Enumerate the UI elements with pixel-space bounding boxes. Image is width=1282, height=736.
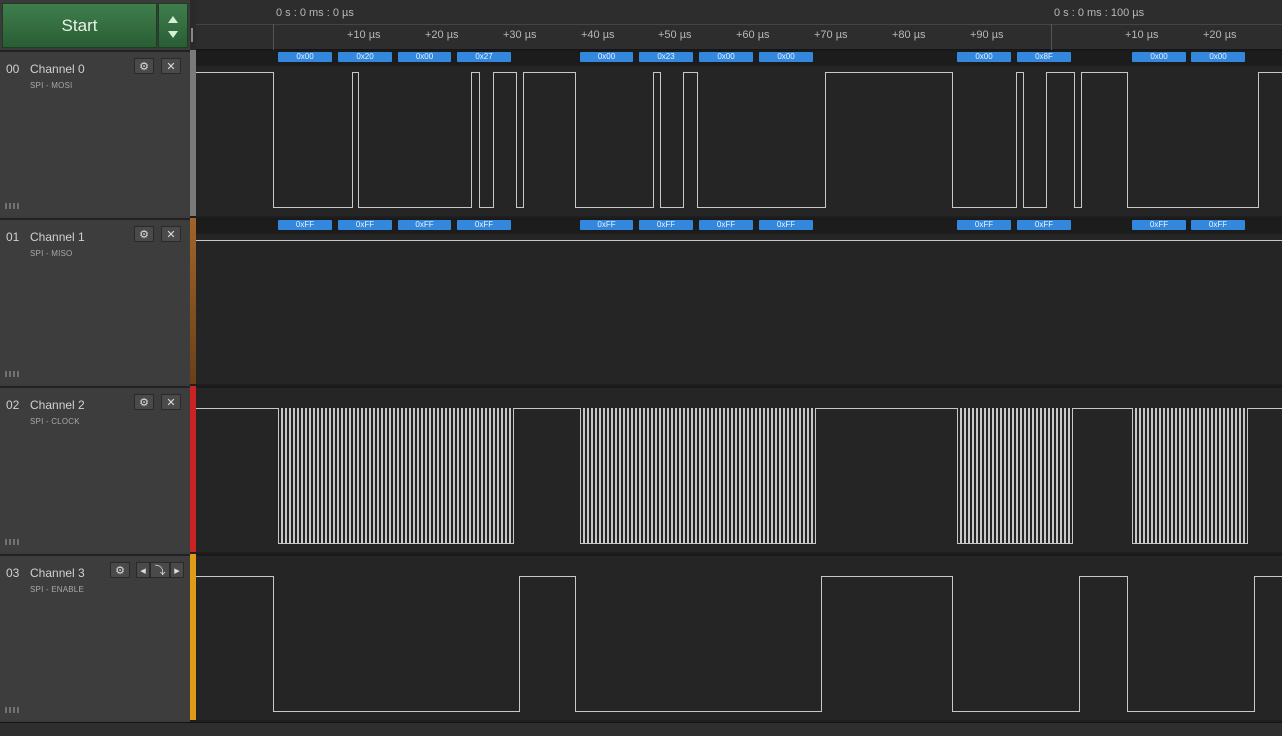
channel-analyzer-label: SPI - MOSI xyxy=(30,81,73,90)
bottom-scrollbar[interactable] xyxy=(0,722,1282,736)
channel-close-button[interactable]: ✕ xyxy=(161,226,181,242)
channel-name[interactable]: Channel 1 xyxy=(30,230,85,244)
waveform-mosi xyxy=(196,72,1282,208)
channel-close-button[interactable]: ✕ xyxy=(161,58,181,74)
close-icon: ✕ xyxy=(166,60,176,73)
channel-name[interactable]: Channel 2 xyxy=(30,398,85,412)
gear-icon: ⚙ xyxy=(139,228,149,241)
resize-grip-icon[interactable] xyxy=(5,203,21,209)
trigger-edge-button[interactable]: ⤵ xyxy=(150,562,170,578)
channel-row-0: 00 Channel 0 SPI - MOSI ⚙ ✕ xyxy=(0,50,190,216)
start-options-button[interactable] xyxy=(158,3,188,48)
channel-row-2: 02 Channel 2 SPI - CLOCK ⚙ ✕ xyxy=(0,386,190,552)
waveforms xyxy=(196,72,1282,712)
logic-analyzer-window: Start 00 Channel 0 SPI - MOSI ⚙ ✕ 01 Cha… xyxy=(0,0,1282,736)
trigger-next-button[interactable]: ▸ xyxy=(170,562,184,578)
channel-close-button[interactable]: ✕ xyxy=(161,394,181,410)
close-icon: ✕ xyxy=(166,228,176,241)
channel-index: 02 xyxy=(6,398,20,412)
ruler-handle-icon[interactable] xyxy=(191,28,193,42)
channel-index: 03 xyxy=(6,566,20,580)
waveform-clock xyxy=(196,408,1282,544)
arrow-up-icon xyxy=(168,16,178,23)
channel-index: 00 xyxy=(6,62,20,76)
channel-settings-button[interactable]: ⚙ xyxy=(134,226,154,242)
gear-icon: ⚙ xyxy=(139,60,149,73)
waveform-enable xyxy=(196,576,1282,712)
arrow-down-icon xyxy=(168,31,178,38)
channel-name[interactable]: Channel 3 xyxy=(30,566,85,580)
channel-analyzer-label: SPI - MISO xyxy=(30,249,73,258)
channel-name[interactable]: Channel 0 xyxy=(30,62,85,76)
resize-grip-icon[interactable] xyxy=(5,539,21,545)
channel-settings-button[interactable]: ⚙ xyxy=(110,562,130,578)
start-label: Start xyxy=(61,15,98,35)
channel-settings-button[interactable]: ⚙ xyxy=(134,394,154,410)
channel-row-3: 03 Channel 3 SPI - ENABLE ⚙ ◂ ⤵ ▸ xyxy=(0,554,190,720)
start-button[interactable]: Start xyxy=(2,3,157,48)
gear-icon: ⚙ xyxy=(115,564,125,577)
channel-settings-button[interactable]: ⚙ xyxy=(134,58,154,74)
channel-index: 01 xyxy=(6,230,20,244)
resize-grip-icon[interactable] xyxy=(5,707,21,713)
resize-grip-icon[interactable] xyxy=(5,371,21,377)
close-icon: ✕ xyxy=(166,396,176,409)
channel-analyzer-label: SPI - ENABLE xyxy=(30,585,84,594)
falling-edge-trigger-icon: ⤵ xyxy=(154,565,166,577)
channel-panel: Start 00 Channel 0 SPI - MOSI ⚙ ✕ 01 Cha… xyxy=(0,0,190,735)
gear-icon: ⚙ xyxy=(139,396,149,409)
trigger-prev-button[interactable]: ◂ xyxy=(136,562,150,578)
chevron-left-icon: ◂ xyxy=(140,564,146,577)
channel-analyzer-label: SPI - CLOCK xyxy=(30,417,80,426)
channel-row-1: 01 Channel 1 SPI - MISO ⚙ ✕ xyxy=(0,218,190,384)
chevron-right-icon: ▸ xyxy=(174,564,180,577)
